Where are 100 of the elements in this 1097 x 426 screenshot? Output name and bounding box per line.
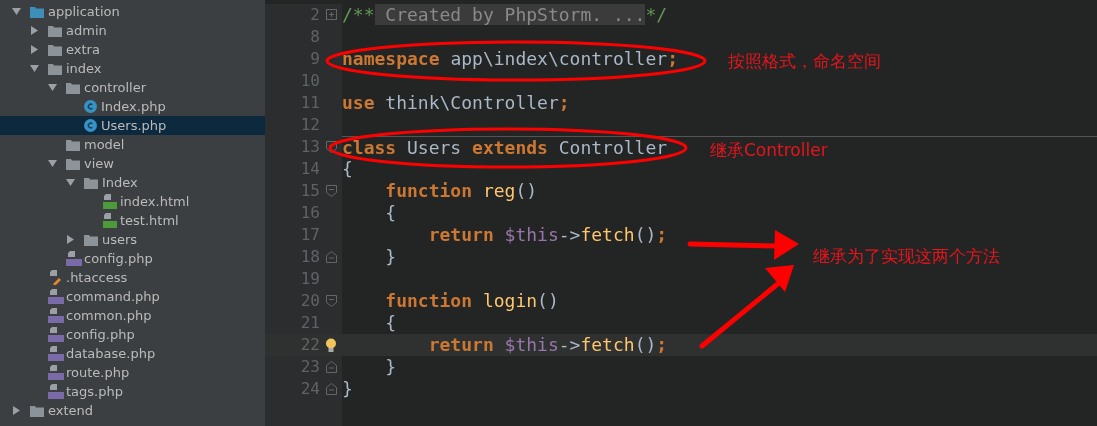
tree-item[interactable]: config.php — [0, 249, 265, 268]
fold-marker-icon[interactable] — [325, 141, 337, 153]
fold-marker-icon[interactable] — [325, 185, 337, 197]
expand-arrow-icon[interactable] — [30, 45, 39, 54]
php-file-icon — [48, 308, 64, 323]
code-line: { — [384, 312, 397, 334]
folder-icon — [84, 176, 98, 189]
fold-marker-icon[interactable] — [325, 361, 337, 373]
code-line: function login() — [384, 290, 559, 312]
item-label: extra — [66, 40, 100, 59]
code-line: class Users extends Controller — [342, 136, 668, 159]
html-file-icon — [102, 194, 118, 209]
item-label: test.html — [120, 211, 179, 230]
tree-item[interactable]: controller — [0, 78, 265, 97]
fold-marker-icon[interactable] — [325, 251, 337, 263]
item-label: .htaccess — [66, 268, 128, 287]
php-file-icon — [48, 289, 64, 304]
tree-item[interactable]: view — [0, 154, 265, 173]
line-number: 21 — [299, 312, 320, 334]
tree-item[interactable]: config.php — [0, 325, 265, 344]
tree-item[interactable]: common.php — [0, 306, 265, 325]
expand-arrow-icon[interactable] — [66, 235, 75, 244]
folder-icon — [48, 43, 62, 56]
php-file-icon — [66, 251, 82, 266]
class-icon — [84, 119, 97, 132]
php-file-icon — [48, 365, 64, 380]
folder-icon — [30, 5, 44, 18]
tree-item[interactable]: Index.php — [0, 97, 265, 116]
tree-item[interactable]: Index — [0, 173, 265, 192]
tree-item[interactable]: route.php — [0, 363, 265, 382]
annotation-note: 继承为了实现这两个方法 — [813, 245, 1000, 268]
php-file-icon — [48, 384, 64, 399]
code-line: return $this->fetch(); — [427, 334, 668, 356]
tree-item[interactable]: test.html — [0, 211, 265, 230]
code-line: function reg() — [384, 180, 538, 202]
line-number: 17 — [299, 224, 320, 246]
code-line: return $this->fetch(); — [427, 224, 668, 246]
code-line: { — [384, 202, 397, 224]
collapse-arrow-icon[interactable] — [12, 7, 21, 16]
code-line: use think\Controller; — [342, 92, 570, 114]
code-line: { — [342, 158, 353, 180]
folder-icon — [30, 404, 44, 417]
line-number: 9 — [309, 48, 320, 70]
item-label: controller — [84, 78, 147, 97]
html-file-icon — [102, 213, 118, 228]
expand-arrow-icon[interactable] — [30, 26, 39, 35]
line-number: 8 — [309, 26, 320, 48]
item-label: index — [66, 59, 102, 78]
tree-item[interactable]: Users.php — [0, 116, 265, 135]
line-number: 13 — [299, 136, 320, 158]
tree-item[interactable]: users — [0, 230, 265, 249]
tree-item[interactable]: extend — [0, 401, 265, 420]
tree-item[interactable]: application — [0, 2, 265, 21]
item-label: command.php — [66, 287, 160, 306]
item-label: model — [84, 135, 125, 154]
item-label: tags.php — [66, 382, 123, 401]
folder-icon — [66, 157, 80, 170]
item-label: config.php — [66, 325, 135, 344]
item-label: index.html — [120, 192, 190, 211]
item-label: Users.php — [101, 116, 167, 135]
tree-item[interactable]: tags.php — [0, 382, 265, 401]
class-icon — [84, 100, 97, 113]
collapse-arrow-icon[interactable] — [66, 178, 75, 187]
tree-item[interactable]: model — [0, 135, 265, 154]
php-file-icon — [48, 327, 64, 342]
folder-icon — [48, 24, 62, 37]
folder-icon — [66, 81, 80, 94]
item-label: application — [48, 2, 120, 21]
lightbulb-icon[interactable] — [325, 337, 337, 353]
fold-marker-icon[interactable] — [325, 295, 337, 307]
folder-icon — [84, 233, 98, 246]
fold-marker-icon[interactable] — [325, 9, 337, 21]
tree-item[interactable]: index — [0, 59, 265, 78]
line-number: 20 — [299, 290, 320, 312]
tree-item[interactable]: admin — [0, 21, 265, 40]
php-file-icon — [48, 346, 64, 361]
line-number: 10 — [299, 70, 320, 92]
line-number: 11 — [299, 92, 320, 114]
item-label: config.php — [84, 249, 153, 268]
code-line: namespace app\index\controller; — [342, 48, 678, 70]
folder-icon — [48, 62, 62, 75]
tree-item[interactable]: command.php — [0, 287, 265, 306]
collapse-arrow-icon[interactable] — [48, 83, 57, 92]
code-line: } — [384, 246, 397, 268]
line-number: 12 — [299, 114, 320, 136]
collapse-arrow-icon[interactable] — [30, 64, 39, 73]
line-number: 24 — [299, 378, 320, 400]
collapse-arrow-icon[interactable] — [48, 159, 57, 168]
tree-item[interactable]: extra — [0, 40, 265, 59]
item-label: common.php — [66, 306, 152, 325]
tree-item[interactable]: index.html — [0, 192, 265, 211]
item-label: database.php — [66, 344, 156, 363]
line-number: 19 — [299, 268, 320, 290]
tree-item[interactable]: database.php — [0, 344, 265, 363]
item-label: view — [84, 154, 114, 173]
tree-item[interactable]: .htaccess — [0, 268, 265, 287]
fold-marker-icon[interactable] — [325, 383, 337, 395]
config-file-icon — [48, 270, 64, 285]
expand-arrow-icon[interactable] — [12, 406, 21, 415]
item-label: Index.php — [101, 97, 166, 116]
